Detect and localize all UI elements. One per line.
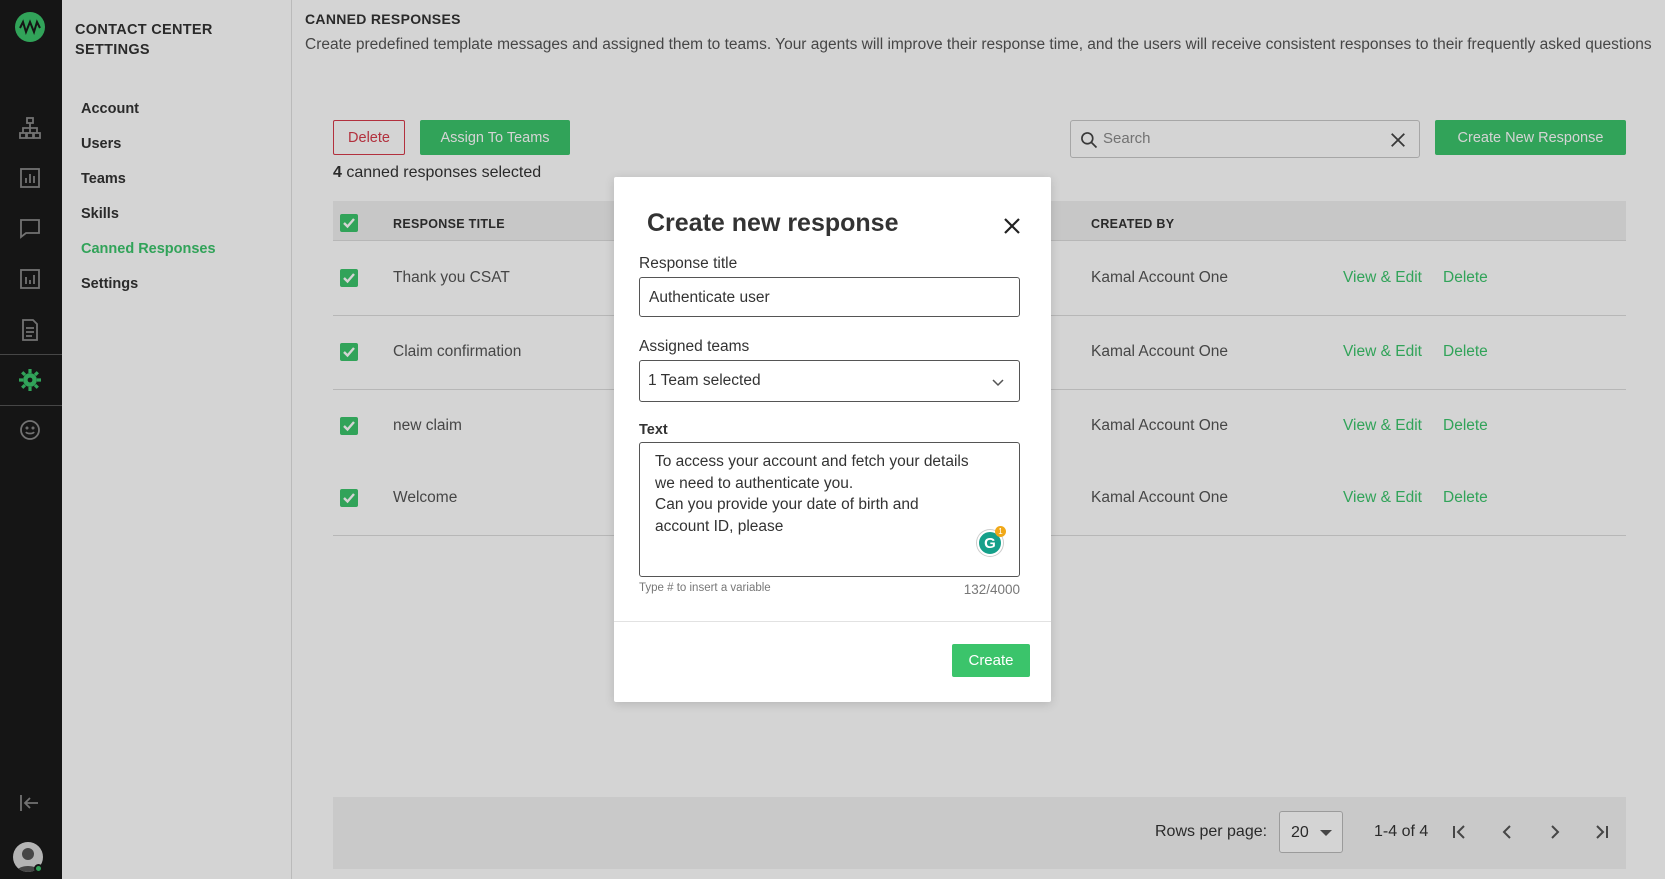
chevron-down-icon xyxy=(992,379,1004,387)
response-title-label: Response title xyxy=(639,255,738,272)
response-title-value: Authenticate user xyxy=(649,289,770,306)
assigned-teams-value: 1 Team selected xyxy=(648,372,761,389)
grammarly-badge: 1 xyxy=(995,526,1006,537)
response-text-area[interactable]: To access your account and fetch your de… xyxy=(639,442,1020,577)
variable-hint: Type # to insert a variable xyxy=(639,582,771,594)
create-button[interactable]: Create xyxy=(952,644,1030,677)
modal-title: Create new response xyxy=(647,209,899,237)
assigned-teams-label: Assigned teams xyxy=(639,338,750,355)
response-text-value: To access your account and fetch your de… xyxy=(655,453,969,535)
text-label: Text xyxy=(639,422,668,438)
response-title-field[interactable]: Authenticate user xyxy=(639,277,1020,317)
create-response-modal: Create new response Response title Authe… xyxy=(614,177,1051,702)
close-icon[interactable] xyxy=(1003,217,1021,235)
assigned-teams-select[interactable]: 1 Team selected xyxy=(639,360,1020,402)
modal-divider xyxy=(614,621,1051,622)
character-count: 132/4000 xyxy=(963,582,1020,597)
